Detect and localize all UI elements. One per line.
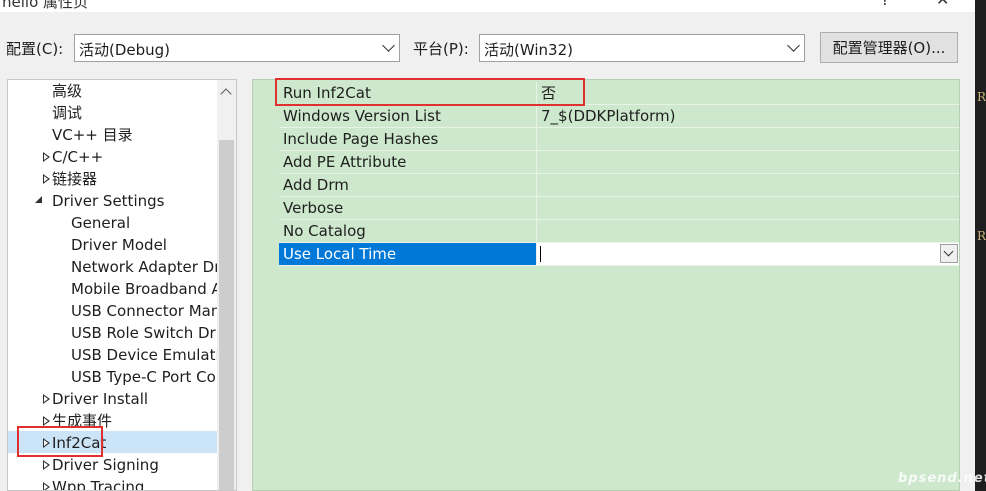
grid-row[interactable]: Run Inf2Cat 否 xyxy=(279,82,959,105)
property-value[interactable] xyxy=(537,220,959,242)
close-icon[interactable]: ✕ xyxy=(936,0,949,9)
expand-arrow-icon[interactable] xyxy=(43,174,51,184)
tree-item-mobile-broadband[interactable]: Mobile Broadband Adapter xyxy=(71,278,236,300)
grid-row-selected[interactable]: Use Local Time xyxy=(279,243,959,266)
scrollbar-thumb[interactable] xyxy=(219,140,234,490)
tree-item-cpp[interactable]: C/C++ xyxy=(52,146,103,168)
tree-item-network-adapter[interactable]: Network Adapter Driver xyxy=(71,256,236,278)
tree-item-driver-model[interactable]: Driver Model xyxy=(71,234,167,256)
grid-row[interactable]: Windows Version List 7_$(DDKPlatform) xyxy=(279,105,959,128)
expand-arrow-icon[interactable] xyxy=(43,394,51,404)
property-name: Windows Version List xyxy=(279,105,537,127)
collapse-arrow-icon[interactable] xyxy=(35,196,42,203)
property-value[interactable]: 7_$(DDKPlatform) xyxy=(537,105,959,127)
config-dropdown[interactable]: 活动(Debug) xyxy=(74,34,400,62)
tree-item-wpp-tracing[interactable]: Wpp Tracing xyxy=(52,476,144,490)
platform-dropdown[interactable]: 活动(Win32) xyxy=(479,34,805,62)
property-grid: Run Inf2Cat 否 Windows Version List 7_$(D… xyxy=(252,79,960,491)
editor-text-fragment: R xyxy=(977,90,986,104)
property-name: Run Inf2Cat xyxy=(279,82,537,104)
expand-arrow-icon[interactable] xyxy=(43,152,51,162)
config-dropdown-value: 活动(Debug) xyxy=(79,41,171,59)
expand-arrow-icon[interactable] xyxy=(43,482,51,490)
grid-row[interactable]: Verbose xyxy=(279,197,959,220)
grid-row[interactable]: Include Page Hashes xyxy=(279,128,959,151)
platform-label: 平台(P): xyxy=(413,40,469,58)
grid-row[interactable]: Add Drm xyxy=(279,174,959,197)
property-name: Verbose xyxy=(279,197,537,219)
tree-item-debugging[interactable]: 调试 xyxy=(52,102,82,124)
property-value-editor[interactable] xyxy=(537,243,959,265)
property-value[interactable] xyxy=(537,174,959,196)
tree-item-inf2cat[interactable]: Inf2Cat xyxy=(52,432,106,454)
tree-item-vc-directories[interactable]: VC++ 目录 xyxy=(52,124,133,146)
watermark: bpsend.net xyxy=(898,471,986,486)
platform-dropdown-value: 活动(Win32) xyxy=(484,41,573,59)
property-name: Use Local Time xyxy=(279,243,537,265)
title-bar: hello 属性页 ? ✕ xyxy=(0,0,975,12)
tree-item-usb-connector[interactable]: USB Connector Manager xyxy=(71,300,236,322)
editor-text-fragment: R xyxy=(977,229,986,243)
tree-selection-highlight xyxy=(8,431,217,453)
property-value[interactable]: 否 xyxy=(537,82,959,104)
property-value[interactable] xyxy=(537,151,959,173)
grid-row[interactable]: No Catalog xyxy=(279,220,959,243)
grid-row[interactable]: Add PE Attribute xyxy=(279,151,959,174)
config-label: 配置(C): xyxy=(6,40,64,58)
tree-scrollbar[interactable] xyxy=(217,80,236,490)
property-tree: 高级 调试 VC++ 目录 C/C++ 链接器 Driver Settings … xyxy=(7,79,237,491)
chevron-down-icon xyxy=(787,39,800,52)
tree-item-usb-role-switch[interactable]: USB Role Switch Driver xyxy=(71,322,236,344)
tree-item-driver-settings[interactable]: Driver Settings xyxy=(52,190,164,212)
window-title: hello 属性页 xyxy=(2,0,89,11)
property-value[interactable] xyxy=(537,197,959,219)
help-icon[interactable]: ? xyxy=(881,0,890,9)
tree-item-driver-install[interactable]: Driver Install xyxy=(52,388,148,410)
expand-arrow-icon[interactable] xyxy=(43,416,51,426)
dropdown-button-icon[interactable] xyxy=(940,244,958,263)
property-name: Add Drm xyxy=(279,174,537,196)
background-editor-strip: R R xyxy=(975,0,986,491)
tree-item-advanced[interactable]: 高级 xyxy=(52,80,82,102)
tree-item-usb-type-c[interactable]: USB Type-C Port Controller xyxy=(71,366,236,388)
tree-item-linker[interactable]: 链接器 xyxy=(52,168,97,190)
property-name: No Catalog xyxy=(279,220,537,242)
expand-arrow-icon[interactable] xyxy=(43,460,51,470)
text-caret xyxy=(540,246,541,262)
property-name: Include Page Hashes xyxy=(279,128,537,150)
property-value[interactable] xyxy=(537,128,959,150)
scroll-up-icon[interactable] xyxy=(220,88,232,100)
expand-arrow-icon[interactable] xyxy=(43,438,51,448)
tree-item-driver-signing[interactable]: Driver Signing xyxy=(52,454,159,476)
tree-item-usb-device-emulation[interactable]: USB Device Emulation xyxy=(71,344,236,366)
chevron-down-icon xyxy=(382,39,395,52)
config-manager-button[interactable]: 配置管理器(O)... xyxy=(820,32,958,63)
tree-item-build-events[interactable]: 生成事件 xyxy=(52,410,112,432)
property-name: Add PE Attribute xyxy=(279,151,537,173)
tree-item-general[interactable]: General xyxy=(71,212,130,234)
